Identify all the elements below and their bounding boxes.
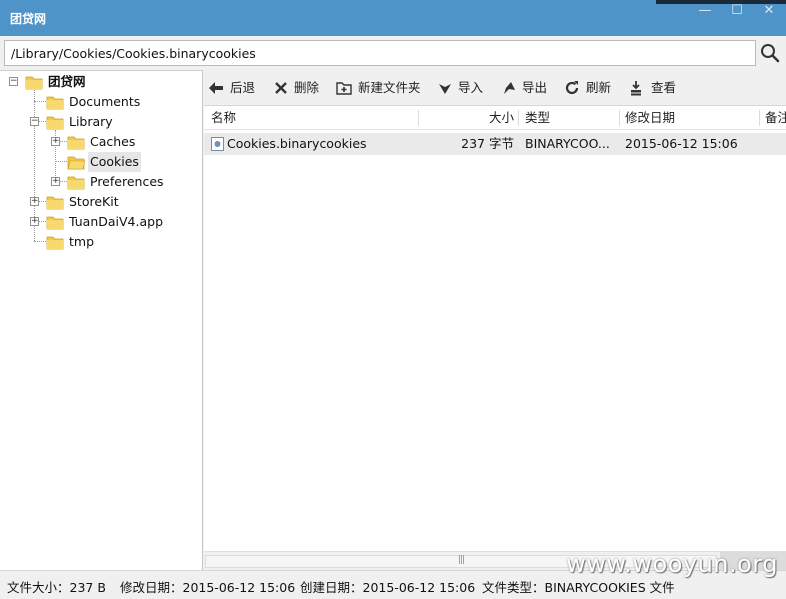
cell-name: Cookies.binarycookies: [227, 136, 367, 151]
file-list: 名称 大小 类型 修改日期 备注 Cookies.binarycookies 2…: [204, 106, 786, 571]
tree-node-tmp[interactable]: tmp: [46, 232, 196, 252]
refresh-icon: [565, 81, 579, 95]
path-bar: /Library/Cookies/Cookies.binarycookies: [0, 36, 786, 70]
tree-node-label: StoreKit: [69, 194, 119, 209]
folder-icon: [46, 96, 64, 110]
column-divider[interactable]: [619, 110, 620, 126]
window-title: 团贷网: [10, 12, 47, 26]
close-icon: [275, 82, 287, 94]
folder-icon: [46, 116, 64, 130]
folder-tree: − 团贷网 Documents − Library + Caches Cooki…: [0, 70, 203, 570]
status-modified: 修改日期：2015-06-12 15:06: [120, 580, 296, 595]
status-file-type: 文件类型：BINARYCOOKIES 文件: [482, 580, 675, 595]
view-button[interactable]: 查看: [628, 78, 680, 98]
column-divider[interactable]: [518, 110, 519, 126]
title-bar: 团贷网 — ☐ ✕: [0, 0, 786, 36]
tree-node-label: 团贷网: [48, 74, 86, 89]
folder-icon: [25, 76, 43, 90]
expand-toggle[interactable]: +: [51, 137, 60, 146]
column-divider[interactable]: [418, 110, 419, 126]
folder-open-icon: [67, 156, 85, 170]
tree-node-storekit[interactable]: + StoreKit: [29, 192, 199, 212]
column-header-note[interactable]: 备注: [765, 106, 786, 130]
folder-icon: [46, 196, 64, 210]
column-header-modified[interactable]: 修改日期: [625, 106, 755, 130]
tree-node-label: Library: [69, 114, 113, 129]
search-icon: [761, 44, 780, 63]
toolbar: 后退 删除 新建文件夹 导入 导出 刷新 查看: [204, 70, 786, 106]
tree-node-cookies[interactable]: Cookies: [67, 152, 197, 172]
folder-icon: [46, 216, 64, 230]
tree-node-library[interactable]: − Library: [29, 112, 199, 132]
back-button[interactable]: 后退: [208, 78, 264, 98]
column-header-name[interactable]: 名称: [211, 106, 411, 130]
folder-icon: [67, 136, 85, 150]
status-created: 创建日期：2015-06-12 15:06: [300, 580, 476, 595]
cell-modified: 2015-06-12 15:06: [625, 136, 738, 151]
tree-node-label: tmp: [69, 234, 95, 249]
collapse-toggle[interactable]: −: [30, 117, 39, 126]
column-divider[interactable]: [759, 110, 760, 126]
import-button[interactable]: 导入: [437, 78, 489, 98]
tree-guide: [34, 241, 46, 242]
tree-node-root[interactable]: − 团贷网: [8, 72, 198, 92]
search-button[interactable]: [758, 41, 782, 65]
table-row[interactable]: Cookies.binarycookies 237 字节 BINARYCOO..…: [204, 133, 786, 155]
cell-size: 237 字节: [461, 136, 514, 151]
expand-toggle[interactable]: +: [30, 217, 39, 226]
collapse-toggle[interactable]: −: [9, 77, 18, 86]
minimize-button[interactable]: —: [690, 2, 720, 22]
watermark: www.wooyun.org: [566, 550, 778, 578]
cell-note: [765, 133, 786, 155]
path-input[interactable]: /Library/Cookies/Cookies.binarycookies: [4, 40, 756, 66]
refresh-button[interactable]: 刷新: [564, 78, 618, 98]
maximize-button[interactable]: ☐: [722, 2, 752, 22]
delete-button[interactable]: 删除: [273, 78, 325, 98]
export-button[interactable]: 导出: [501, 78, 553, 98]
tree-node-documents[interactable]: Documents: [46, 92, 196, 112]
tree-guide: [34, 101, 46, 102]
scrollbar-grip: |||: [458, 555, 465, 565]
arrow-left-icon: [209, 82, 223, 94]
expand-toggle[interactable]: +: [30, 197, 39, 206]
new-folder-icon: [336, 82, 352, 95]
file-list-header: 名称 大小 类型 修改日期 备注: [204, 106, 786, 130]
tree-node-caches[interactable]: + Caches: [50, 132, 200, 152]
tree-node-label: Documents: [69, 94, 141, 109]
file-icon: [211, 137, 224, 151]
expand-toggle[interactable]: +: [51, 177, 60, 186]
folder-icon: [67, 176, 85, 190]
column-header-size[interactable]: 大小: [424, 106, 514, 130]
status-file-size: 文件大小：237 B: [7, 580, 106, 595]
import-icon: [439, 84, 451, 94]
column-header-type[interactable]: 类型: [525, 106, 615, 130]
tree-node-label: TuanDaiV4.app: [69, 214, 164, 229]
tree-node-preferences[interactable]: + Preferences: [50, 172, 200, 192]
tree-guide: [55, 161, 67, 162]
tree-node-label: Cookies: [88, 152, 141, 172]
close-button[interactable]: ✕: [754, 2, 784, 22]
file-pane: 后退 删除 新建文件夹 导入 导出 刷新 查看 名称 大小 类型 修改日期 备注…: [204, 70, 786, 571]
new-folder-button[interactable]: 新建文件夹: [336, 78, 426, 98]
cell-type: BINARYCOO...: [525, 136, 610, 151]
export-icon: [504, 82, 515, 94]
tree-node-tuandaiv4-app[interactable]: + TuanDaiV4.app: [29, 212, 199, 232]
tree-node-label: Preferences: [90, 174, 164, 189]
view-icon: [631, 81, 641, 96]
folder-icon: [46, 236, 64, 250]
tree-node-label: Caches: [90, 134, 136, 149]
